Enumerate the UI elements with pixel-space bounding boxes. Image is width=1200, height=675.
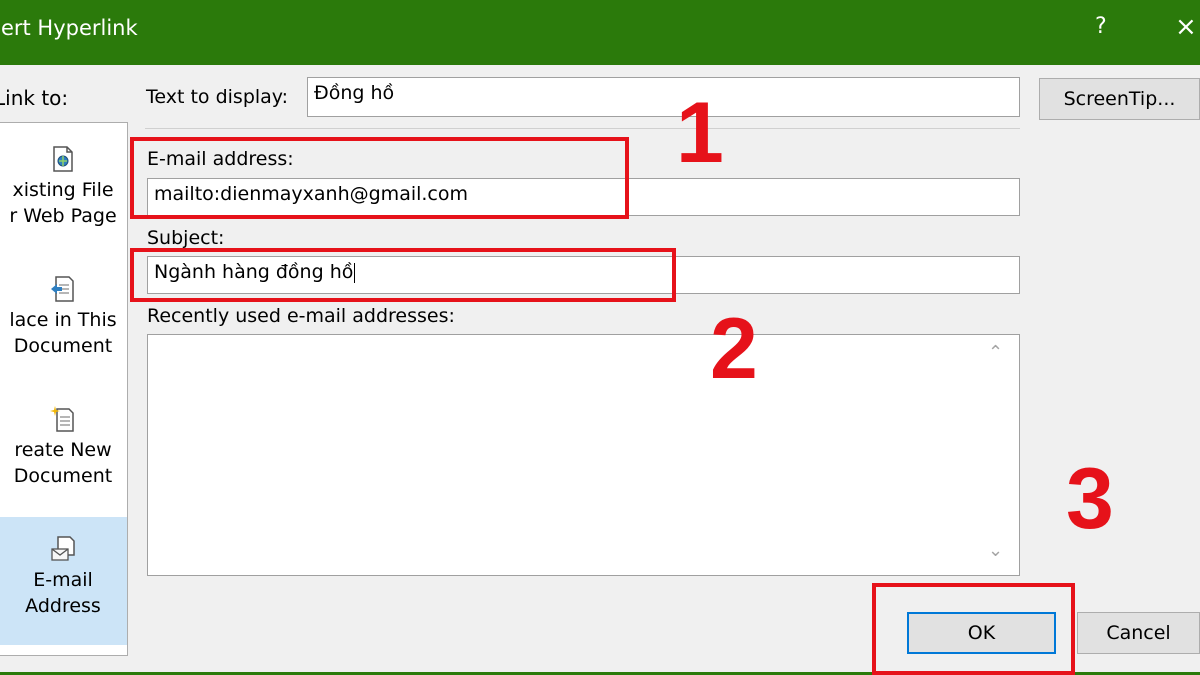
sidebar-item-label: E-mail [33,569,93,591]
title-bar-edge [0,62,1200,65]
help-button[interactable]: ? [1095,14,1107,39]
email-address-input[interactable]: mailto:dienmayxanh@gmail.com [147,178,1020,216]
place-in-document-icon [51,276,74,302]
window-title: sert Hyperlink [0,16,138,40]
sidebar-item-label: Address [25,595,101,617]
link-to-sidebar: xisting File r Web Page lace in This Doc… [0,122,128,656]
close-button[interactable]: × [1175,12,1197,42]
sidebar-item-label: reate New [14,439,112,461]
section-divider [145,128,1020,129]
existing-file-icon [53,146,73,172]
screentip-button[interactable]: ScreenTip... [1039,78,1200,120]
annotation-step-1: 1 [676,85,724,181]
title-bar: sert Hyperlink ? × [0,0,1200,62]
annotation-step-2: 2 [710,301,758,397]
sidebar-item-create-new-document[interactable]: reate New Document [0,405,127,515]
sidebar-item-existing-file[interactable]: xisting File r Web Page [0,145,127,255]
email-address-label: E-mail address: [147,148,294,170]
subject-label: Subject: [147,227,225,249]
sidebar-item-email-address[interactable]: E-mail Address [0,517,127,645]
create-new-document-icon [50,406,74,432]
cancel-button[interactable]: Cancel [1077,612,1200,654]
scroll-up-icon[interactable]: ⌃ [988,342,1003,363]
text-to-display-input[interactable]: Đồng hồ [307,77,1020,117]
subject-input[interactable]: Ngành hàng đồng hồ [147,256,1020,294]
text-caret [354,262,356,283]
sidebar-item-place-in-document[interactable]: lace in This Document [0,275,127,385]
sidebar-item-label: r Web Page [9,205,117,227]
sidebar-item-label: lace in This [9,309,117,331]
text-to-display-label: Text to display: [146,86,289,108]
annotation-step-3: 3 [1066,451,1114,547]
email-address-icon [51,536,75,561]
link-to-label: Link to: [0,86,69,110]
scroll-down-icon[interactable]: ⌄ [988,540,1003,561]
sidebar-item-label: Document [13,465,113,487]
ok-button[interactable]: OK [907,612,1056,654]
sidebar-item-label: xisting File [12,179,114,201]
recent-emails-list[interactable] [147,334,1020,576]
recent-emails-label: Recently used e-mail addresses: [147,305,455,327]
sidebar-item-label: Document [13,335,113,357]
subject-value: Ngành hàng đồng hồ [154,261,354,283]
